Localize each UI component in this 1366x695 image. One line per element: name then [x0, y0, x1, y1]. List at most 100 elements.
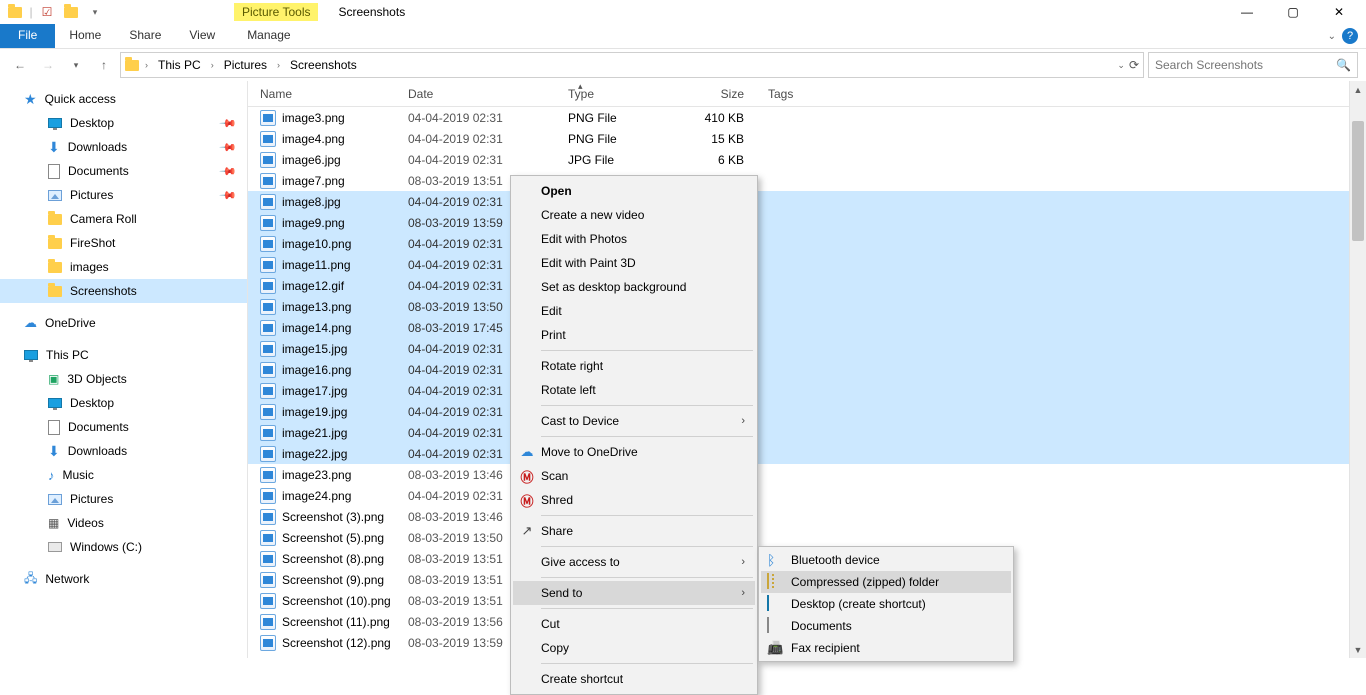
ctx-open[interactable]: Open	[513, 179, 755, 203]
nav-pictures2[interactable]: Pictures	[0, 487, 247, 511]
file-row[interactable]: image12.gif04-04-2019 02:31	[248, 275, 1366, 296]
file-row[interactable]: Screenshot (5).png08-03-2019 13:50	[248, 527, 1366, 548]
nav-screenshots[interactable]: Screenshots	[0, 279, 247, 303]
chevron-right-icon[interactable]: ›	[275, 60, 282, 70]
sendto-fax[interactable]: 📠Fax recipient	[761, 637, 1011, 659]
ctx-print[interactable]: Print	[513, 323, 755, 347]
file-row[interactable]: image17.jpg04-04-2019 02:31	[248, 380, 1366, 401]
ctx-cast[interactable]: Cast to Device›	[513, 409, 755, 433]
file-row[interactable]: image16.png04-04-2019 02:31	[248, 359, 1366, 380]
search-box[interactable]: 🔍	[1148, 52, 1358, 78]
nav-cdrive[interactable]: Windows (C:)	[0, 535, 247, 559]
file-row[interactable]: image21.jpg04-04-2019 02:31	[248, 422, 1366, 443]
column-size[interactable]: Size	[676, 87, 756, 101]
file-row[interactable]: image23.png08-03-2019 13:46	[248, 464, 1366, 485]
ribbon-tab-file[interactable]: File	[0, 24, 55, 48]
nav-camera-roll[interactable]: Camera Roll	[0, 207, 247, 231]
breadcrumb-pictures[interactable]: Pictures	[220, 58, 271, 72]
ctx-cut[interactable]: Cut	[513, 612, 755, 636]
breadcrumb-thispc[interactable]: This PC	[154, 58, 205, 72]
nav-downloads2[interactable]: ⬇Downloads	[0, 439, 247, 463]
ctx-copy[interactable]: Copy	[513, 636, 755, 660]
file-row[interactable]: image6.jpg04-04-2019 02:31JPG File6 KB	[248, 149, 1366, 170]
sendto-bluetooth[interactable]: ᛒBluetooth device	[761, 549, 1011, 571]
nav-pictures[interactable]: Pictures📌	[0, 183, 247, 207]
file-row[interactable]: image3.png04-04-2019 02:31PNG File410 KB	[248, 107, 1366, 128]
help-icon[interactable]: ?	[1342, 28, 1358, 44]
file-row[interactable]: image7.png08-03-2019 13:51	[248, 170, 1366, 191]
search-input[interactable]	[1155, 58, 1336, 72]
nav-network[interactable]: 🖧Network	[0, 567, 247, 591]
ctx-scan[interactable]: ⓂScan	[513, 464, 755, 488]
sendto-compressed[interactable]: Compressed (zipped) folder	[761, 571, 1011, 593]
column-date[interactable]: Date	[396, 87, 556, 101]
nav-downloads[interactable]: ⬇Downloads📌	[0, 135, 247, 159]
breadcrumb-screenshots[interactable]: Screenshots	[286, 58, 361, 72]
ctx-edit[interactable]: Edit	[513, 299, 755, 323]
ribbon-tab-share[interactable]: Share	[115, 24, 175, 48]
nav-fireshot[interactable]: FireShot	[0, 231, 247, 255]
vertical-scrollbar[interactable]: ▲ ▼	[1349, 81, 1366, 658]
qat-properties-icon[interactable]: ☑	[36, 1, 58, 23]
back-button[interactable]: ←	[8, 53, 32, 77]
nav-quick-access[interactable]: ★Quick access	[0, 87, 247, 111]
file-row[interactable]: image4.png04-04-2019 02:31PNG File15 KB	[248, 128, 1366, 149]
close-button[interactable]: ✕	[1316, 0, 1362, 24]
nav-documents2[interactable]: Documents	[0, 415, 247, 439]
chevron-right-icon[interactable]: ›	[209, 60, 216, 70]
file-row[interactable]: image19.jpg04-04-2019 02:31	[248, 401, 1366, 422]
refresh-icon[interactable]: ⟳	[1129, 58, 1139, 72]
ctx-create-shortcut[interactable]: Create shortcut	[513, 667, 755, 691]
addressbar-dropdown-icon[interactable]: ⌄	[1117, 60, 1125, 71]
qat-folder-icon[interactable]	[4, 1, 26, 23]
ribbon-tab-view[interactable]: View	[175, 24, 229, 48]
ctx-share[interactable]: ↗Share	[513, 519, 755, 543]
nav-this-pc[interactable]: This PC	[0, 343, 247, 367]
ctx-create-video[interactable]: Create a new video	[513, 203, 755, 227]
ctx-edit-paint3d[interactable]: Edit with Paint 3D	[513, 251, 755, 275]
file-row[interactable]: image14.png08-03-2019 17:45	[248, 317, 1366, 338]
qat-newfolder-icon[interactable]	[60, 1, 82, 23]
file-row[interactable]: image10.png04-04-2019 02:31	[248, 233, 1366, 254]
forward-button[interactable]: →	[36, 53, 60, 77]
recent-locations-icon[interactable]: ▾	[64, 53, 88, 77]
address-bar[interactable]: › This PC › Pictures › Screenshots ⌄ ⟳	[120, 52, 1144, 78]
nav-documents[interactable]: Documents📌	[0, 159, 247, 183]
sendto-documents[interactable]: Documents	[761, 615, 1011, 637]
ctx-move-onedrive[interactable]: ☁Move to OneDrive	[513, 440, 755, 464]
nav-3d-objects[interactable]: ▣3D Objects	[0, 367, 247, 391]
nav-videos[interactable]: ▦Videos	[0, 511, 247, 535]
nav-onedrive[interactable]: ☁OneDrive	[0, 311, 247, 335]
minimize-button[interactable]: —	[1224, 0, 1270, 24]
qat-customize-icon[interactable]: ▾	[84, 1, 106, 23]
ribbon-tab-home[interactable]: Home	[55, 24, 115, 48]
maximize-button[interactable]: ▢	[1270, 0, 1316, 24]
file-row[interactable]: image24.png04-04-2019 02:31	[248, 485, 1366, 506]
ctx-send-to[interactable]: Send to›	[513, 581, 755, 605]
up-button[interactable]: ↑	[92, 53, 116, 77]
sendto-desktop-shortcut[interactable]: Desktop (create shortcut)	[761, 593, 1011, 615]
ribbon-tab-manage[interactable]: Manage	[233, 24, 304, 48]
file-row[interactable]: image9.png08-03-2019 13:59	[248, 212, 1366, 233]
nav-images[interactable]: images	[0, 255, 247, 279]
column-name[interactable]: Name	[248, 87, 396, 101]
file-row[interactable]: image8.jpg04-04-2019 02:31	[248, 191, 1366, 212]
ribbon-expand-icon[interactable]: ⌄	[1328, 31, 1336, 42]
ctx-rotate-left[interactable]: Rotate left	[513, 378, 755, 402]
nav-desktop2[interactable]: Desktop	[0, 391, 247, 415]
nav-music[interactable]: ♪Music	[0, 463, 247, 487]
nav-desktop[interactable]: Desktop📌	[0, 111, 247, 135]
file-row[interactable]: Screenshot (3).png08-03-2019 13:46	[248, 506, 1366, 527]
ctx-edit-photos[interactable]: Edit with Photos	[513, 227, 755, 251]
chevron-right-icon[interactable]: ›	[143, 60, 150, 70]
file-row[interactable]: image13.png08-03-2019 13:50	[248, 296, 1366, 317]
file-row[interactable]: image15.jpg04-04-2019 02:31	[248, 338, 1366, 359]
ctx-set-background[interactable]: Set as desktop background	[513, 275, 755, 299]
scroll-down-icon[interactable]: ▼	[1350, 641, 1366, 658]
file-row[interactable]: image22.jpg04-04-2019 02:31	[248, 443, 1366, 464]
scrollbar-thumb[interactable]	[1352, 121, 1364, 241]
search-icon[interactable]: 🔍	[1336, 58, 1351, 72]
file-row[interactable]: image11.png04-04-2019 02:31	[248, 254, 1366, 275]
ctx-rotate-right[interactable]: Rotate right	[513, 354, 755, 378]
column-type[interactable]: Type	[556, 87, 676, 101]
